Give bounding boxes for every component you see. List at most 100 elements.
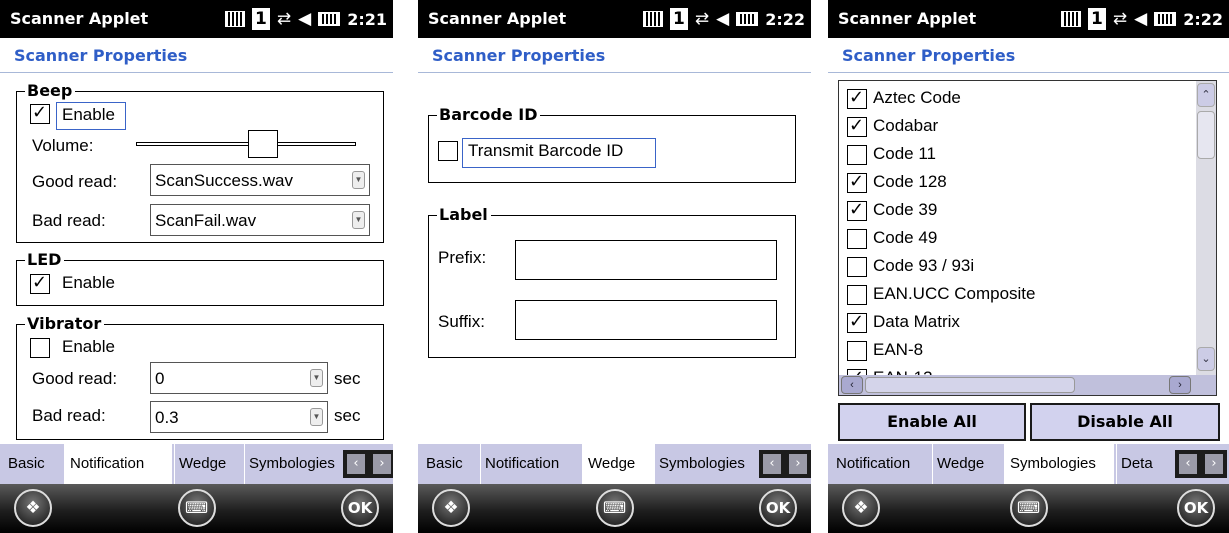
tab-scroll-right-button[interactable]: › (1201, 450, 1227, 478)
check-mark-icon: ✓ (849, 115, 865, 136)
symbology-checkbox[interactable] (847, 285, 867, 305)
data-sync-icon[interactable]: ⇄ (1113, 9, 1127, 29)
tab-notification[interactable]: Notification (480, 444, 583, 484)
chevron-left-icon: ‹ (1179, 454, 1197, 474)
tab-wedge[interactable]: Wedge (174, 444, 243, 484)
ok-button[interactable]: OK (341, 489, 379, 527)
transmit-barcode-id-label: Transmit Barcode ID (468, 141, 624, 160)
clock[interactable]: 2:22 (765, 10, 805, 29)
led-enable-checkbox[interactable]: ✓ (30, 272, 50, 294)
volume-slider-thumb[interactable] (248, 130, 278, 158)
symbology-checkbox[interactable]: ✓ (847, 171, 867, 193)
title-divider (828, 72, 1229, 73)
tab-symbologies[interactable]: Symbologies (244, 444, 349, 484)
windows-start-icon[interactable]: ❖ (14, 489, 52, 527)
notification-screen: Scanner Applet 1 ⇄ ◀ 2:21 Scanner Proper… (0, 0, 393, 533)
scroll-left-button[interactable]: ‹ (841, 376, 863, 394)
ok-button[interactable]: OK (759, 489, 797, 527)
network-indicator: 1 (669, 8, 688, 30)
tab-scroll-left-button[interactable]: ‹ (759, 450, 785, 478)
clock[interactable]: 2:22 (1183, 10, 1223, 29)
vibrator-bad-read-select[interactable]: 0.3 ▼ (150, 401, 328, 433)
tab-scroll-left-button[interactable]: ‹ (1175, 450, 1201, 478)
symbology-checkbox[interactable]: ✓ (847, 311, 867, 333)
bad-read-sound-select[interactable]: ScanFail.wav ▼ (150, 204, 370, 236)
symbology-label: Code 49 (873, 228, 938, 247)
data-sync-icon[interactable]: ⇄ (277, 9, 291, 29)
tab-basic[interactable]: Basic (8, 444, 64, 484)
symbology-label: Code 39 (873, 200, 938, 219)
symbology-checkbox[interactable]: ✓ (847, 115, 867, 137)
tab-notification[interactable]: Notification (836, 444, 930, 484)
barcode-id-legend: Barcode ID (437, 105, 541, 125)
symbology-checkbox[interactable]: ✓ (847, 199, 867, 221)
symbologies-screen: Scanner Applet 1 ⇄ ◀ 2:22 Scanner Proper… (828, 0, 1229, 533)
vibrator-enable-label: Enable (62, 337, 115, 356)
prefix-label: Prefix: (438, 248, 487, 267)
chevron-down-icon[interactable]: ▼ (310, 369, 323, 387)
clock[interactable]: 2:21 (347, 10, 387, 29)
volume-slider-track[interactable] (136, 142, 356, 146)
suffix-input[interactable] (515, 300, 777, 340)
good-read-sound-select[interactable]: ScanSuccess.wav ▼ (150, 164, 370, 196)
horizontal-scroll-thumb[interactable] (865, 377, 1075, 393)
speaker-icon[interactable]: ◀ (298, 9, 311, 29)
vibrator-good-read-select[interactable]: 0 ▼ (150, 362, 328, 394)
symbology-checkbox[interactable] (847, 341, 867, 361)
symbology-checkbox[interactable] (847, 145, 867, 165)
page-title: Scanner Properties (432, 46, 606, 65)
tab-basic[interactable]: Basic (426, 444, 482, 484)
tab-notification[interactable]: Notification (64, 444, 172, 484)
tab-scroll-right-button[interactable]: › (785, 450, 811, 478)
ok-button[interactable]: OK (1177, 489, 1215, 527)
suffix-label: Suffix: (438, 312, 485, 331)
beep-enable-checkbox[interactable]: ✓ (30, 102, 50, 124)
keyboard-icon[interactable]: ⌨ (595, 489, 634, 527)
chevron-down-icon[interactable]: ▼ (310, 408, 323, 426)
symbology-checkbox[interactable] (847, 229, 867, 249)
transmit-barcode-id-checkbox[interactable] (438, 141, 458, 161)
scroll-up-button[interactable]: ⌃ (1197, 83, 1215, 107)
chevron-down-icon[interactable]: ▼ (352, 211, 365, 229)
check-mark-icon: ✓ (849, 311, 865, 332)
tab-wedge[interactable]: Wedge (582, 444, 654, 484)
battery-icon[interactable] (1154, 12, 1177, 26)
windows-start-icon[interactable]: ❖ (432, 489, 470, 527)
tab-symbologies[interactable]: Symbologies (1004, 444, 1114, 484)
network-indicator: 1 (1087, 8, 1106, 30)
keyboard-icon[interactable]: ⌨ (177, 489, 216, 527)
symbology-list[interactable]: ✓EAN-13EAN-8✓Data MatrixEAN.UCC Composit… (838, 80, 1217, 396)
horizontal-scrollbar[interactable]: ‹ › (839, 375, 1216, 395)
battery-icon[interactable] (318, 12, 341, 26)
symbology-checkbox[interactable] (847, 257, 867, 277)
keyboard-icon[interactable]: ⌨ (1009, 489, 1048, 527)
prefix-input[interactable] (515, 240, 777, 280)
scroll-down-button[interactable]: ⌄ (1197, 347, 1215, 371)
scroll-right-button[interactable]: › (1169, 376, 1191, 394)
tab-wedge[interactable]: Wedge (932, 444, 1001, 484)
chevron-down-icon[interactable]: ▼ (352, 171, 365, 189)
vertical-scrollbar[interactable]: ⌃ ⌄ (1196, 81, 1216, 375)
data-sync-icon[interactable]: ⇄ (695, 9, 709, 29)
tab-scroll-right-button[interactable]: › (369, 450, 393, 478)
enable-all-button[interactable]: Enable All (838, 403, 1026, 441)
battery-icon[interactable] (736, 12, 759, 26)
chevron-left-icon: ‹ (763, 454, 781, 474)
vibrator-enable-checkbox[interactable] (30, 338, 50, 358)
tab-details[interactable]: Deta (1116, 444, 1173, 484)
tab-symbologies[interactable]: Symbologies (654, 444, 759, 484)
beep-legend: Beep (25, 81, 76, 101)
good-read-label: Good read: (32, 172, 118, 191)
volume-label: Volume: (32, 136, 94, 155)
vertical-scroll-thumb[interactable] (1197, 111, 1215, 159)
good-read-sound-value: ScanSuccess.wav (155, 171, 293, 190)
windows-start-icon[interactable]: ❖ (842, 489, 880, 527)
tab-scroll-left-button[interactable]: ‹ (343, 450, 369, 478)
symbology-checkbox[interactable]: ✓ (847, 87, 867, 109)
title-divider (418, 72, 811, 73)
disable-all-button[interactable]: Disable All (1030, 403, 1220, 441)
speaker-icon[interactable]: ◀ (716, 9, 729, 29)
check-mark-icon: ✓ (849, 199, 865, 220)
speaker-icon[interactable]: ◀ (1134, 9, 1147, 29)
bad-read-sound-value: ScanFail.wav (155, 211, 257, 230)
